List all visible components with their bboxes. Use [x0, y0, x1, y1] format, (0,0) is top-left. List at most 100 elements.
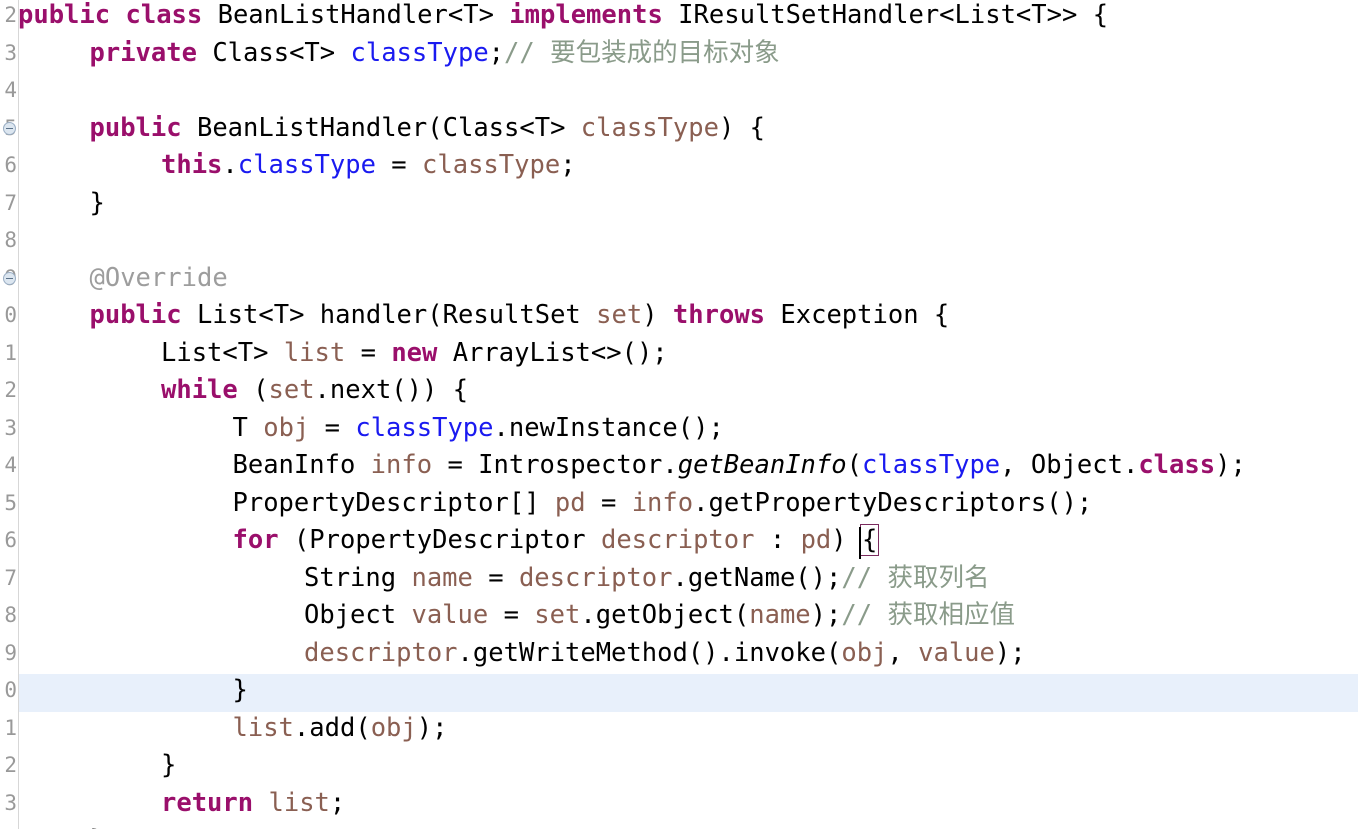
code-plain-token: .getName(); [672, 562, 842, 593]
code-plain-token: ); [810, 600, 842, 630]
code-comment-token: 获取相应值 [887, 600, 1015, 630]
code-field-token: classType [237, 150, 376, 180]
code-plain-token: Class<T> [196, 37, 351, 68]
fold-collapse-icon[interactable] [3, 271, 16, 285]
code-local-token: pd [800, 525, 832, 555]
code-comment-token: // [504, 37, 551, 68]
code-line[interactable]: List<T> list = new ArrayList<>(); [161, 335, 668, 373]
code-plain-token: (PropertyDescriptor [278, 525, 601, 555]
code-local-token: descriptor [518, 562, 673, 593]
code-line[interactable]: T obj = classType.newInstance(); [233, 410, 724, 448]
code-line[interactable]: public BeanListHandler(Class<T> classTyp… [90, 110, 766, 148]
code-plain-token: ); [416, 712, 448, 743]
code-line[interactable]: Object value = set.getObject(name);// 获取… [304, 597, 1015, 635]
code-keyword-token: class [1138, 450, 1216, 480]
code-comment-token: // [841, 562, 888, 593]
code-local-token: info [631, 487, 694, 518]
code-local-token: value [918, 637, 995, 668]
code-keyword-token: this [161, 150, 223, 180]
code-keyword-token: throws [672, 300, 766, 330]
code-plain-token: .getWriteMethod().invoke( [457, 637, 842, 668]
code-editor[interactable]: public class BeanListHandler<T> implemen… [0, 0, 1358, 829]
code-local-token: list [232, 712, 294, 743]
line-number: 2 [4, 3, 17, 27]
line-number: 1 [4, 340, 17, 365]
code-line[interactable]: this.classType = classType; [161, 147, 576, 185]
code-local-token: name [749, 600, 811, 630]
code-plain-token: . [222, 150, 238, 180]
code-plain-token: = Introspector. [432, 450, 678, 480]
code-plain-token: = [488, 600, 535, 630]
code-local-token: set [268, 375, 315, 405]
code-line[interactable]: private Class<T> classType;// 要包装成的目标对象 [90, 35, 780, 73]
code-plain-token: .newInstance(); [493, 412, 724, 443]
code-line[interactable]: while (set.next()) { [161, 372, 468, 410]
code-line[interactable]: public List<T> handler(ResultSet set) th… [90, 297, 950, 335]
code-local-token: set [596, 300, 643, 330]
code-line[interactable]: } [90, 822, 105, 829]
code-field-token: classType [350, 37, 489, 68]
code-line[interactable]: for (PropertyDescriptor descriptor : pd)… [233, 522, 880, 560]
code-plain-token: BeanListHandler(Class<T> [181, 112, 581, 143]
code-local-token: name [411, 562, 473, 593]
code-local-token: descriptor [304, 637, 458, 668]
code-plain-token: ) [831, 525, 862, 555]
code-plain-token: : [754, 525, 801, 555]
line-number: 3 [4, 40, 17, 65]
code-plain-token: ; [329, 787, 346, 818]
line-number-gutter[interactable]: 2345678901234567890123 [0, 0, 19, 829]
code-plain-token: BeanInfo [232, 450, 371, 480]
code-plain-token: ) [642, 300, 673, 330]
fold-collapse-icon[interactable] [3, 121, 16, 135]
code-local-token: set [534, 600, 581, 630]
code-plain-token: } [89, 187, 105, 218]
line-number: 8 [4, 603, 17, 627]
line-number: 1 [4, 715, 17, 740]
code-line[interactable]: } [161, 747, 176, 785]
line-number: 7 [4, 190, 17, 215]
code-plain-token: .getPropertyDescriptors(); [693, 487, 1093, 518]
line-number: 5 [4, 490, 17, 515]
text-caret [859, 527, 861, 559]
code-keyword-token: new [391, 337, 438, 368]
brace-match-highlight: { [859, 524, 880, 559]
code-plain-token: = [375, 150, 423, 180]
code-plain-token: = [345, 337, 392, 368]
code-plain-token: ) { [718, 112, 766, 143]
code-plain-token: , Object. [1000, 450, 1139, 480]
line-number: 4 [4, 453, 17, 477]
code-plain-token: IResultSetHandler<List<T>> { [662, 0, 1109, 30]
code-plain-token: .next()) { [314, 375, 469, 405]
code-line[interactable]: } [233, 672, 248, 710]
code-keyword-token: public [89, 300, 182, 330]
code-line[interactable]: public class BeanListHandler<T> implemen… [18, 0, 1108, 35]
code-local-token: obj [370, 712, 417, 743]
code-comment-token: 获取列名 [887, 562, 990, 593]
code-local-token: obj [263, 412, 310, 443]
line-number: 6 [4, 153, 17, 177]
code-line[interactable]: PropertyDescriptor[] pd = info.getProper… [233, 485, 1093, 523]
code-plain-token: = [585, 487, 632, 518]
code-plain-token: List<T> handler(ResultSet [181, 300, 597, 330]
line-number: 0 [4, 303, 17, 327]
code-plain-token: ; [488, 37, 505, 68]
code-plain-token: = [309, 412, 356, 443]
code-line[interactable]: } [90, 185, 105, 223]
code-keyword-token: class [125, 0, 203, 30]
code-line[interactable]: descriptor.getWriteMethod().invoke(obj, … [304, 635, 1026, 673]
code-plain-token [253, 788, 268, 818]
code-plain-token: .getObject( [580, 600, 750, 630]
code-annotation-token: @Override [89, 262, 228, 293]
code-line[interactable]: return list; [161, 785, 345, 823]
code-line[interactable]: String name = descriptor.getName();// 获取… [304, 560, 989, 598]
code-local-token: descriptor [600, 525, 755, 555]
line-number: 2 [4, 378, 17, 402]
line-number: 2 [4, 753, 17, 777]
code-keyword-token: while [161, 375, 238, 405]
code-line[interactable]: @Override [90, 260, 228, 298]
code-plain-token: String [304, 562, 412, 593]
code-line[interactable]: BeanInfo info = Introspector.getBeanInfo… [233, 447, 1246, 485]
code-text-area[interactable]: public class BeanListHandler<T> implemen… [18, 0, 1358, 829]
code-plain-token: .add( [293, 712, 371, 743]
code-line[interactable]: list.add(obj); [233, 710, 448, 748]
